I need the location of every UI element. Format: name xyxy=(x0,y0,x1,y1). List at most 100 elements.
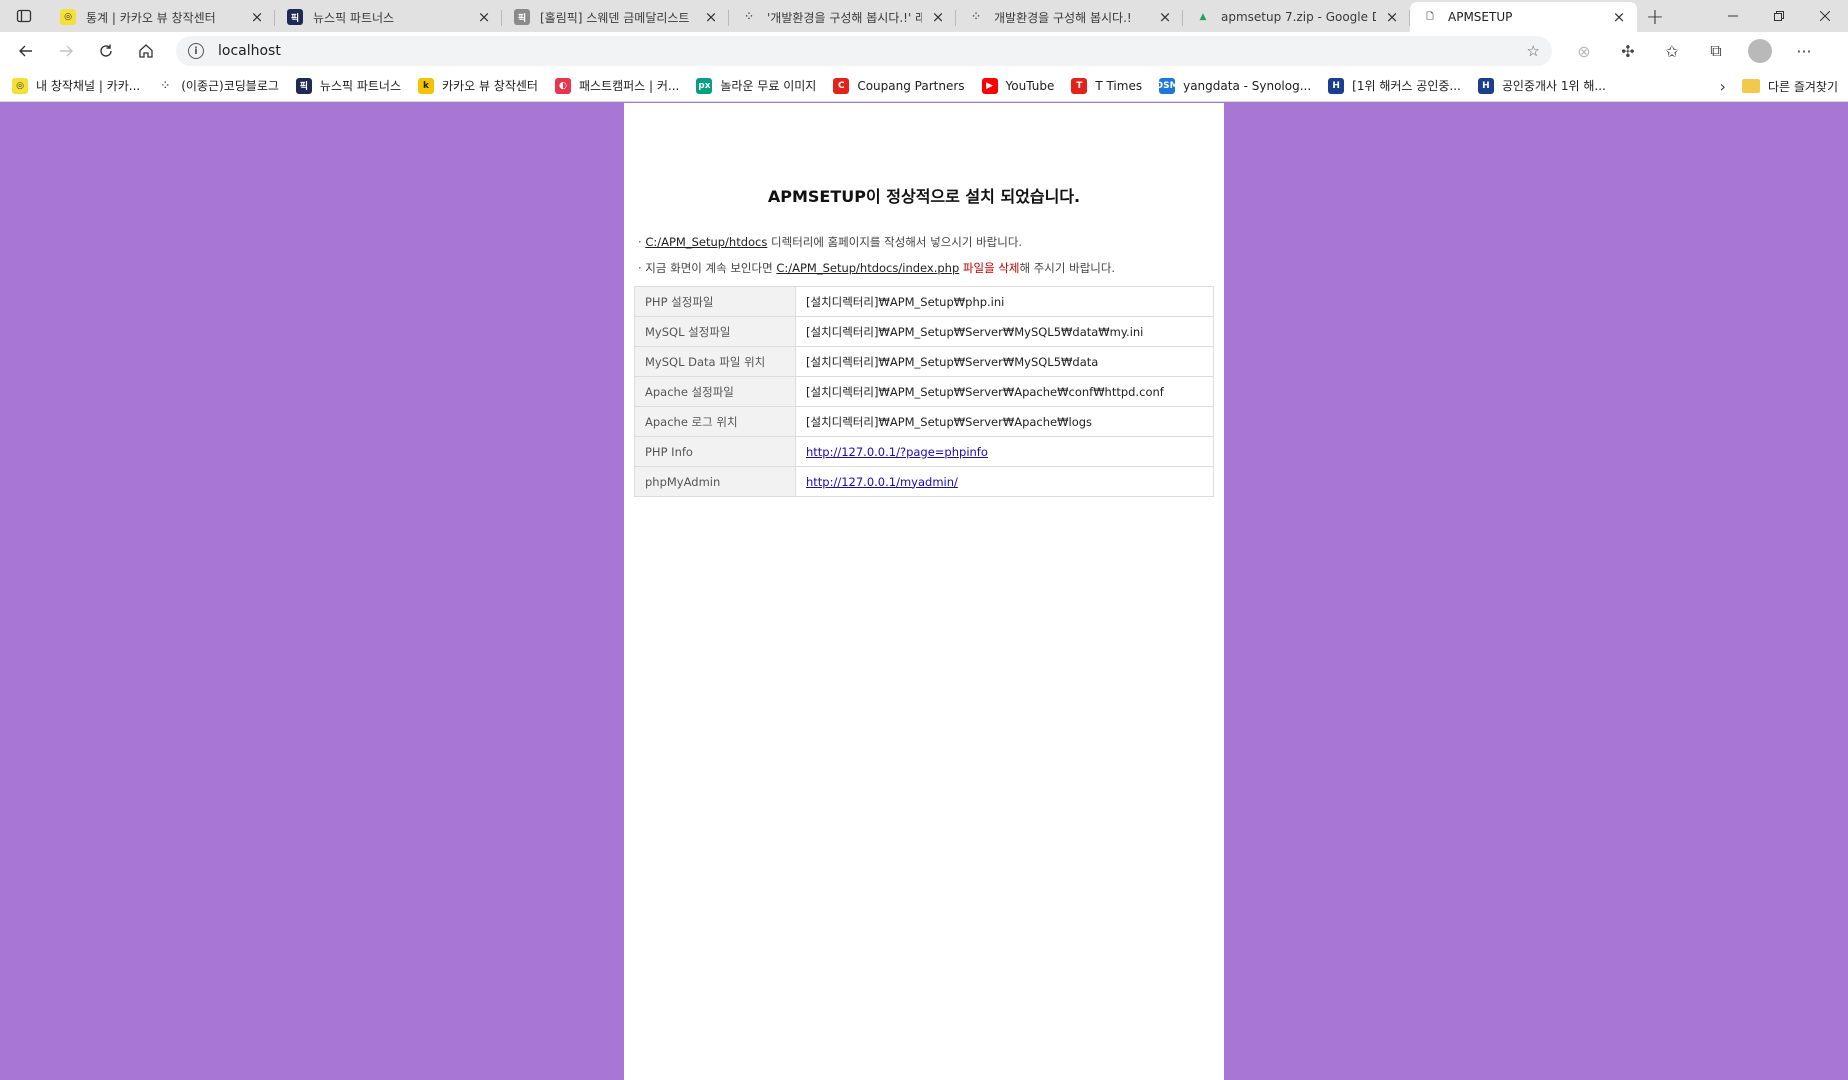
bookmark-label: 공인중개사 1위 해... xyxy=(1501,79,1606,93)
tab-actions-button[interactable] xyxy=(0,0,48,32)
home-button[interactable] xyxy=(126,34,166,68)
other-favorites-folder[interactable]: 다른 즐겨찾기 xyxy=(1741,73,1838,99)
tab-favicon-icon: ▲ xyxy=(1199,12,1207,22)
bookmark-label: yangdata - Synolog... xyxy=(1183,78,1312,93)
row-value: http://127.0.0.1/myadmin/ xyxy=(795,466,1214,497)
row-key: PHP Info xyxy=(634,436,796,467)
tab-title: '개발환경을 구성해 봅시다.!' 래 xyxy=(767,10,922,25)
favorites-button[interactable]: ✩ xyxy=(1650,34,1694,68)
tab-close-button[interactable]: × xyxy=(1157,8,1173,26)
bookmark-item[interactable]: H 공인중개사 1위 해... xyxy=(1477,73,1606,99)
bookmark-item[interactable]: ▶ YouTube xyxy=(981,73,1055,99)
bookmark-item[interactable]: ⁘ (이종근)코딩블로그 xyxy=(157,73,279,99)
site-info-icon[interactable]: i xyxy=(188,43,204,59)
tab-close-button[interactable]: × xyxy=(1611,8,1627,26)
row-link[interactable]: http://127.0.0.1/?page=phpinfo xyxy=(806,445,988,459)
tab-strip: ◎ 통계 | 카카오 뷰 창작센터 × 픽 뉴스픽 파트너스 × 픽 [홀림픽] 스웨덴 금메… xyxy=(0,0,1848,32)
bookmark-label: 내 창작채널 | 카카... xyxy=(36,79,141,93)
tab-5[interactable]: ⁘ 개발환경을 구성해 봅시다.! × xyxy=(956,2,1183,32)
bookmark-item[interactable]: k 카카오 뷰 창작센터 xyxy=(418,73,538,99)
row-link[interactable]: http://127.0.0.1/myadmin/ xyxy=(806,475,958,489)
row-value: [설치디렉터리]₩APM_Setup₩Server₩MySQL5₩data xyxy=(795,346,1214,377)
close-icon: × xyxy=(1385,8,1399,26)
bookmark-label: YouTube xyxy=(1005,78,1055,93)
tab-4[interactable]: ⁘ '개발환경을 구성해 봅시다.!' 래 × xyxy=(729,2,956,32)
other-favorites-label: 다른 즐겨찾기 xyxy=(1767,79,1838,94)
browser-toolbar: i localhost ☆ ⊗ ✣ ✩ ⧉ ··· xyxy=(0,32,1848,70)
bookmark-item[interactable]: DSM yangdata - Synolog... xyxy=(1156,73,1312,99)
row-key: PHP 설정파일 xyxy=(634,286,796,317)
config-table: PHP 설정파일 [설치디렉터리]₩APM_Setup₩php.ini MySQL … xyxy=(634,286,1214,497)
settings-menu-button[interactable]: ··· xyxy=(1782,34,1826,68)
bookmark-item[interactable]: H [1위 해커스 공인중... xyxy=(1328,73,1461,99)
bookmark-label: 카카오 뷰 창작센터 xyxy=(442,79,538,93)
tab-close-button[interactable]: × xyxy=(249,8,265,26)
refresh-button[interactable] xyxy=(86,34,126,68)
bookmark-item[interactable]: 픽 뉴스픽 파트너스 xyxy=(295,73,402,99)
tab-close-button[interactable]: × xyxy=(476,8,492,26)
minimize-button[interactable] xyxy=(1710,0,1756,32)
index-path: C:/APM_Setup/htdocs/index.php xyxy=(776,261,960,275)
row-value: [설치디렉터리]₩APM_Setup₩Server₩Apache₩logs xyxy=(795,406,1214,437)
bookmark-item[interactable]: C Coupang Partners xyxy=(833,73,965,99)
add-favorite-icon[interactable]: ☆ xyxy=(1527,42,1540,60)
table-row: phpMyAdmin http://127.0.0.1/myadmin/ xyxy=(634,466,1214,497)
tab-favicon-icon: 🗋 xyxy=(1426,12,1434,22)
note-text: 지금 화면이 계속 보인다면 xyxy=(641,261,777,275)
close-icon xyxy=(1820,11,1830,21)
tab-7[interactable]: 🗋 APMSETUP × xyxy=(1410,2,1637,32)
bookmark-item[interactable]: ◎ 내 창작채널 | 카카... xyxy=(12,73,140,99)
tab-1[interactable]: ◎ 통계 | 카카오 뷰 창작센터 × xyxy=(48,2,275,32)
tab-3[interactable]: 픽 [홀림픽] 스웨덴 금메달리스트 × xyxy=(502,2,729,32)
tab-2[interactable]: 픽 뉴스픽 파트너스 × xyxy=(275,2,502,32)
bookmark-label: 뉴스픽 파트너스 xyxy=(319,79,402,93)
row-key: Apache 로그 위치 xyxy=(634,406,796,437)
forward-button[interactable] xyxy=(46,34,86,68)
row-value: [설치디렉터리]₩APM_Setup₩php.ini xyxy=(795,286,1214,317)
back-button[interactable] xyxy=(6,34,46,68)
bookmark-item[interactable]: px 놀라운 무료 이미지 xyxy=(696,73,816,99)
new-tab-button[interactable]: + xyxy=(1637,2,1673,32)
tab-close-button[interactable]: × xyxy=(1384,8,1400,26)
row-key: MySQL 설정파일 xyxy=(634,316,796,347)
restore-button[interactable] xyxy=(1756,0,1802,32)
address-bar[interactable]: i localhost ☆ xyxy=(176,36,1552,66)
tab-title: APMSETUP xyxy=(1448,10,1513,24)
tab-favicon-icon: ◎ xyxy=(60,9,76,25)
profile-avatar[interactable] xyxy=(1748,39,1772,63)
extension-status-icon: ⊗ xyxy=(1577,41,1591,61)
url-text[interactable]: localhost xyxy=(218,43,1527,59)
bookmark-favicon-icon: ◐ xyxy=(554,77,571,94)
bookmark-label: 놀라운 무료 이미지 xyxy=(720,79,817,93)
home-icon xyxy=(139,44,153,58)
delete-warning: 파일을 삭제 xyxy=(959,261,1020,275)
refresh-icon xyxy=(100,44,112,57)
tab-close-button[interactable]: × xyxy=(930,8,946,26)
bookmark-item[interactable]: ◐ 패스트캠퍼스 | 커... xyxy=(554,73,679,99)
tab-title: apmsetup 7.zip - Google Drive xyxy=(1221,10,1376,24)
tab-favicon-icon: ⁘ xyxy=(745,12,753,22)
bookmark-item[interactable]: T T Times xyxy=(1071,73,1142,99)
back-arrow-icon xyxy=(19,45,32,57)
folder-icon xyxy=(1741,79,1760,93)
close-icon: × xyxy=(931,8,945,26)
tab-close-button[interactable]: × xyxy=(703,8,719,26)
extensions-button[interactable]: ✣ xyxy=(1606,34,1650,68)
tab-title: 뉴스픽 파트너스 xyxy=(313,10,395,25)
table-row: Apache 로그 위치 [설치디렉터리]₩APM_Setup₩Server₩Ap… xyxy=(634,406,1214,437)
window-controls xyxy=(1710,0,1848,32)
bookmarks-bar: ◎ 내 창작채널 | 카카... ⁘ (이종근)코딩블로그 픽 뉴스픽 파트너스 k 카카오 … xyxy=(0,70,1848,102)
collections-icon: ⧉ xyxy=(1710,41,1722,60)
page-content: APMSETUP이 정상적으로 설치 되었습니다. · C:/APM_Setup… xyxy=(624,103,1224,1080)
table-row: PHP 설정파일 [설치디렉터리]₩APM_Setup₩php.ini xyxy=(634,286,1214,317)
tab-actions-icon xyxy=(16,9,32,23)
row-value-text: [설치디렉터리]₩APM_Setup₩Server₩MySQL5₩data xyxy=(806,354,1099,369)
row-value: [설치디렉터리]₩APM_Setup₩Server₩MySQL5₩data₩my… xyxy=(795,316,1214,347)
chevron-right-icon[interactable]: › xyxy=(1720,77,1726,96)
extension-button[interactable]: ⊗ xyxy=(1562,34,1606,68)
bookmark-label: (이종근)코딩블로그 xyxy=(181,79,279,93)
bookmark-label: Coupang Partners xyxy=(857,78,965,93)
tab-6[interactable]: ▲ apmsetup 7.zip - Google Drive × xyxy=(1183,2,1410,32)
close-window-button[interactable] xyxy=(1802,0,1848,32)
collections-button[interactable]: ⧉ xyxy=(1694,34,1738,68)
